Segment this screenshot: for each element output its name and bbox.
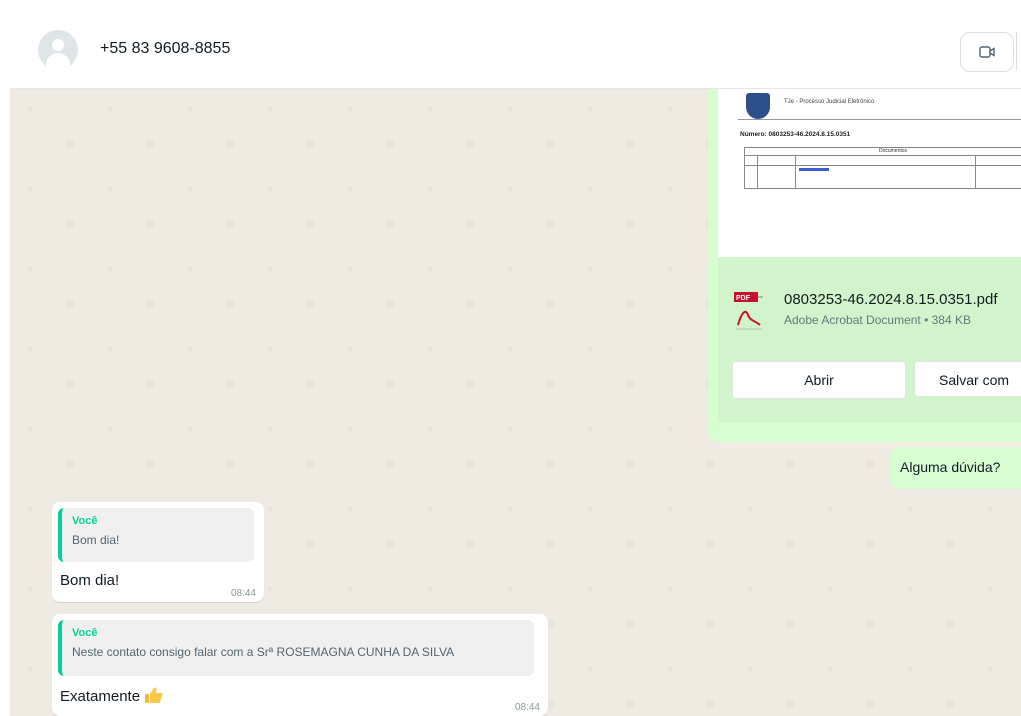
table-col-line [795, 155, 796, 188]
table-row-line [745, 165, 1021, 166]
incoming-message[interactable]: Você Bom dia! Bom dia! 08:44 [52, 502, 264, 602]
table-col-line [975, 155, 976, 188]
document-actions: Abrir Salvar com [718, 357, 1021, 422]
video-call-button[interactable] [960, 32, 1014, 72]
court-seal-icon [746, 93, 770, 119]
chat-area: TJe - Processo Judicial Eletrônico Númer… [10, 89, 1021, 716]
message-text: Bom dia! [60, 572, 120, 589]
quote-author: Você [72, 627, 98, 639]
table-col-line [757, 155, 758, 188]
quote-author: Você [72, 515, 98, 527]
open-button[interactable]: Abrir [732, 361, 906, 399]
preview-divider [738, 119, 1021, 120]
message-text: Alguma dúvida? [900, 459, 1001, 475]
message-time: 08:44 [230, 588, 256, 599]
preview-table: Documentos [744, 147, 1021, 189]
avatar-body [46, 53, 70, 70]
preview-organization: TJe - Processo Judicial Eletrônico [784, 99, 875, 105]
contact-name[interactable]: +55 83 9608-8855 [100, 40, 230, 58]
document-message[interactable]: TJe - Processo Judicial Eletrônico Númer… [708, 89, 1021, 442]
file-name: 0803253-46.2024.8.15.0351.pdf [784, 291, 998, 308]
preview-number: Número: 0803253-46.2024.8.15.0351 [740, 131, 851, 138]
pdf-file-icon: PDF [734, 292, 763, 330]
outgoing-message[interactable]: Alguma dúvida? [890, 447, 1021, 489]
contact-avatar[interactable] [38, 30, 78, 70]
preview-table-title: Documentos [745, 148, 1021, 156]
message-text-wrap: Exatamente [60, 686, 164, 705]
video-call-icon [979, 46, 995, 58]
header-more-button[interactable] [1016, 32, 1021, 70]
document-preview[interactable]: TJe - Processo Judicial Eletrônico Númer… [718, 89, 1021, 257]
save-as-button[interactable]: Salvar com [914, 361, 1021, 397]
quote-text: Neste contato consigo falar com a Srª RO… [72, 645, 455, 659]
quote-text: Bom dia! [72, 533, 120, 547]
quoted-reply[interactable]: Você Bom dia! [58, 508, 254, 562]
message-time: 08:44 [514, 702, 540, 713]
svg-text:PDF: PDF [736, 295, 751, 302]
file-meta: Adobe Acrobat Document • 384 KB [784, 313, 971, 327]
file-info[interactable]: PDF 0803253-46.2024.8.15.0351.pdf Adobe … [718, 257, 1021, 357]
chat-header: +55 83 9608-8855 [10, 0, 1021, 89]
quoted-reply[interactable]: Você Neste contato consigo falar com a S… [58, 620, 534, 676]
thumbs-up-emoji-icon [145, 687, 163, 703]
message-text: Exatamente [60, 688, 141, 705]
incoming-message[interactable]: Você Neste contato consigo falar com a S… [52, 614, 548, 716]
avatar-head [52, 39, 64, 51]
table-link [799, 168, 829, 171]
